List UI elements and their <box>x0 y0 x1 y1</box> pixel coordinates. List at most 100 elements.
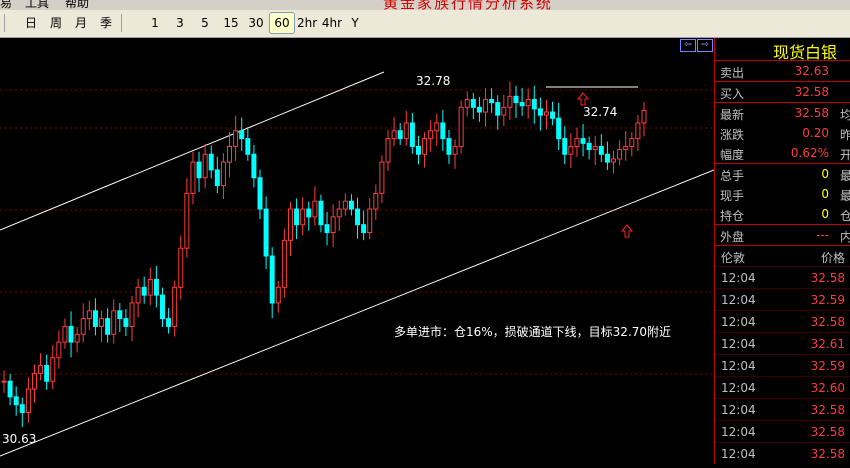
quote-label: 买入 <box>720 87 745 101</box>
candle-body <box>562 138 568 155</box>
candle-body <box>306 208 312 218</box>
candle-body <box>19 404 25 414</box>
quote-extra-label: 开 <box>840 148 850 162</box>
quote-row-last: 最新 32.58 均 <box>715 103 850 123</box>
tick-price: 32.58 <box>810 447 845 461</box>
low-price-label: 30.63 <box>2 432 36 446</box>
candle-body <box>50 357 56 382</box>
quote-row-ask: 卖出 32.63 <box>715 61 850 81</box>
candle-body <box>629 138 635 147</box>
tick-time: 12:04 <box>721 381 756 395</box>
candle-body <box>586 142 592 151</box>
candle-body <box>397 130 403 140</box>
candle-body <box>153 278 159 296</box>
trade-annotation: 多单进市：仓16%，损破通道下线，目标32.70附近 <box>394 324 671 339</box>
up-arrow-icon <box>576 92 590 106</box>
menu-item-trade[interactable]: 易 <box>0 0 12 10</box>
candlestick-chart[interactable]: 32.78 32.74 30.63 多单进市：仓16%，损破通道下线，目标32.… <box>0 38 715 464</box>
candle-body <box>31 372 37 390</box>
period-5min-button[interactable]: 5 <box>198 13 212 33</box>
trend-channel <box>0 71 715 457</box>
tick-price: 32.58 <box>810 403 845 417</box>
period-15min-button[interactable]: 15 <box>222 13 240 33</box>
candle-body <box>452 145 458 155</box>
candle-body <box>507 95 513 108</box>
menu-item-help[interactable]: 帮助 <box>65 0 89 10</box>
candle-body <box>434 122 440 132</box>
candle-body <box>62 325 68 343</box>
candle-body <box>92 310 98 327</box>
tick-row: 12:04 32.58 <box>715 442 850 465</box>
candle-body <box>86 310 92 320</box>
candle-body <box>324 224 330 234</box>
candle-body <box>580 138 586 144</box>
candle-body <box>428 130 434 140</box>
period-60min-button[interactable]: 60 <box>269 12 295 34</box>
candle-body <box>592 145 598 151</box>
candles-group <box>1 81 647 428</box>
candle-body <box>556 117 562 140</box>
period-day-button[interactable]: 日 <box>22 13 40 33</box>
candle-body <box>385 138 391 163</box>
candle-body <box>330 216 336 234</box>
period-week-button[interactable]: 周 <box>47 13 65 33</box>
ticks-time-header: 伦敦 <box>721 251 746 265</box>
candle-body <box>190 161 196 194</box>
candle-body <box>458 106 464 147</box>
candle-body <box>111 310 117 335</box>
period-4hr-button[interactable]: 4hr <box>321 13 343 33</box>
period-year-button[interactable]: Y <box>348 13 362 33</box>
tick-price: 32.58 <box>810 271 845 285</box>
period-30min-button[interactable]: 30 <box>247 13 265 33</box>
quote-value: 0 <box>821 167 829 181</box>
period-quarter-button[interactable]: 季 <box>97 13 115 33</box>
candle-body <box>476 106 482 113</box>
quote-row-volume: 总手 0 最 <box>715 164 850 184</box>
candle-body <box>598 145 604 155</box>
candle-body <box>239 130 245 140</box>
candle-body <box>574 138 580 147</box>
quote-row-bid: 买入 32.58 <box>715 82 850 102</box>
menu-item-tools[interactable]: 工具 <box>25 0 49 10</box>
candle-body <box>537 108 543 116</box>
period-month-button[interactable]: 月 <box>72 13 90 33</box>
channel-line <box>0 71 385 231</box>
candle-body <box>568 145 574 155</box>
quote-value: 32.58 <box>794 85 829 99</box>
candle-body <box>147 278 153 296</box>
tick-price: 32.60 <box>810 381 845 395</box>
candle-body <box>403 122 409 140</box>
tick-row: 12:04 32.58 <box>715 420 850 443</box>
period-2hr-button[interactable]: 2hr <box>297 13 317 33</box>
tick-price: 32.59 <box>810 359 845 373</box>
candle-body <box>257 177 263 210</box>
quote-value: 0.62% <box>790 146 829 160</box>
quote-value: 0.20 <box>802 126 829 140</box>
period-3min-button[interactable]: 3 <box>173 13 187 33</box>
candle-body <box>166 318 172 327</box>
quote-value: 32.63 <box>794 64 829 78</box>
period-1min-button[interactable]: 1 <box>148 13 162 33</box>
quote-extra-label: 仓 <box>840 209 850 223</box>
chart-canvas: 32.78 32.74 30.63 多单进市：仓16%，损破通道下线，目标32.… <box>0 71 715 457</box>
candle-body <box>501 106 507 116</box>
candle-body <box>623 145 629 151</box>
tick-price: 32.59 <box>810 293 845 307</box>
quote-panel: 现货白银 卖出 32.63 买入 32.58 最新 32.58 均 涨跌 0.2… <box>714 38 850 464</box>
candle-body <box>446 138 452 155</box>
candle-body <box>281 239 287 288</box>
quote-row-current: 现手 0 最 <box>715 184 850 204</box>
ticks-price-header: 价格 <box>820 251 845 265</box>
candle-body <box>99 318 105 327</box>
candle-body <box>214 169 220 187</box>
candle-body <box>202 153 208 179</box>
quote-extra-label: 昨 <box>840 128 850 142</box>
candle-body <box>275 286 281 304</box>
tick-price: 32.58 <box>810 315 845 329</box>
candle-body <box>312 200 318 218</box>
candle-body <box>635 122 641 140</box>
tick-row: 12:04 32.61 <box>715 332 850 355</box>
candle-body <box>56 341 62 359</box>
quote-row-outer: 外盘 --- 内 <box>715 225 850 245</box>
candle-body <box>464 98 470 108</box>
